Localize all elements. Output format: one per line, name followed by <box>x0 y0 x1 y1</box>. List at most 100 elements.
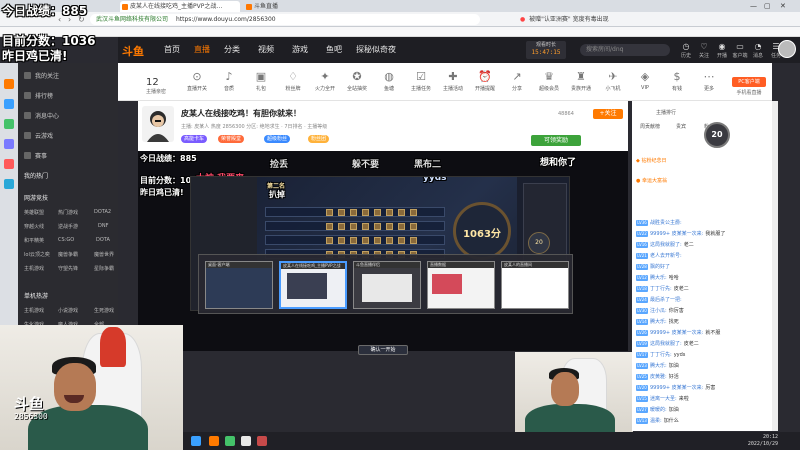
browser-tab-active[interactable]: 皮某人在线接吃鸡_主播PVP之战… <box>120 1 240 12</box>
chat-nickname[interactable]: 老人去开新号: <box>650 253 682 259</box>
follow-button[interactable]: ♡ 关注 <box>696 41 712 59</box>
sidebar-item-match[interactable]: 赛事 <box>24 151 47 160</box>
taskbar-app-icon[interactable] <box>225 436 235 446</box>
nav-category[interactable]: 分类 <box>224 44 240 55</box>
room-tag[interactable]: 荣誉殿堂 <box>218 135 245 143</box>
pc-client-button[interactable]: PC客户端 <box>732 77 766 87</box>
toolbar-item[interactable]: ✚ 主播活动 <box>438 69 468 92</box>
chat-nickname[interactable]: 战胜贵公主爵: <box>650 220 682 226</box>
category-link[interactable]: 生死游戏 <box>94 307 114 314</box>
toolbar-item[interactable]: ♢ 粉丝牌 <box>278 69 308 92</box>
toolbar-item[interactable]: ☑ 主播任务 <box>406 69 436 92</box>
chat-nickname[interactable]: 皮黄雅: <box>650 374 667 380</box>
app-icon[interactable] <box>4 119 14 129</box>
category-link[interactable]: 小说游戏 <box>58 307 78 314</box>
search-input[interactable]: 搜索房间/dnq <box>580 44 670 56</box>
chat-nickname[interactable]: 迷离一大圣: <box>650 396 677 402</box>
streamer-avatar[interactable] <box>142 106 174 142</box>
chat-nickname[interactable]: 这局我就服了: <box>650 242 682 248</box>
start-icon[interactable] <box>191 436 201 446</box>
window-thumbnail[interactable]: 直播数据 <box>427 261 495 309</box>
watch-time-widget[interactable]: 观看时长 15:47:15 <box>526 41 566 59</box>
close-icon[interactable]: ✕ <box>780 0 786 12</box>
toolbar-item[interactable]: $ 有钱 <box>662 69 692 92</box>
sidebar-item-message[interactable]: 消息中心 <box>24 111 59 120</box>
nav-yuba[interactable]: 鱼吧 <box>326 44 342 55</box>
sidebar-item-cloudgame[interactable]: 云游戏 <box>24 131 53 140</box>
chat-nickname[interactable]: 腾大乐: <box>650 319 667 325</box>
app-icon[interactable] <box>4 159 14 169</box>
room-tag[interactable]: 粉丝团 <box>308 135 330 143</box>
toolbar-item[interactable]: ♪ 音质 <box>214 69 244 92</box>
toolbar-item[interactable]: ⋯ 更多 <box>694 69 724 92</box>
toolbar-item[interactable]: ↗ 分享 <box>502 69 532 92</box>
category-link[interactable]: 热门游戏 <box>58 209 78 216</box>
url-input[interactable]: 武汉斗鱼网络科技有限公司 https://www.douyu.com/28563… <box>90 14 480 25</box>
room-tag[interactable]: 超级粉丝 <box>264 135 291 143</box>
chat-nickname[interactable]: 99999+ 皮某某一次来: <box>650 385 703 391</box>
tab-anchor-rank[interactable]: 主播排行 <box>656 109 676 116</box>
taskbar-app-icon[interactable] <box>209 436 219 446</box>
taskbar-clock[interactable]: 20:12 2022/10/29 <box>748 434 778 448</box>
start-live-button[interactable]: ◉ 开播 <box>714 41 730 59</box>
tab-week-rank[interactable]: 周贡献榜 <box>640 123 660 130</box>
maximize-icon[interactable]: ▢ <box>764 0 771 12</box>
toolbar-item[interactable]: ✦ 火力全开 <box>310 69 340 92</box>
chat-scrollbar[interactable] <box>772 101 778 431</box>
app-icon[interactable] <box>4 179 14 189</box>
url-right-banner[interactable]: ● 被赠"认亚洲赛" 宽度有毒出现 <box>520 14 609 25</box>
toolbar-item[interactable]: ◍ 鱼塘 <box>374 69 404 92</box>
chat-nickname[interactable]: 暖暖的: <box>650 407 667 413</box>
nav-special[interactable]: 探秘似奇夜 <box>356 44 396 55</box>
window-thumbnail[interactable]: 皮某人的直播间 <box>501 261 569 309</box>
toolbar-item[interactable]: ✪ 全站抽奖 <box>342 69 372 92</box>
app-icon[interactable] <box>4 79 14 89</box>
nav-live[interactable]: 直播 <box>194 44 210 55</box>
toolbar-item[interactable]: ✈ 小飞机 <box>598 69 628 92</box>
category-link[interactable]: 守望先锋 <box>58 265 78 272</box>
window-thumbnail[interactable]: 斗鱼直播伴侣 <box>353 261 421 309</box>
category-link[interactable]: 和平精英 <box>24 237 44 244</box>
message-button[interactable]: ◔ 消息 <box>750 41 766 59</box>
nav-home[interactable]: 首页 <box>164 44 180 55</box>
app-icon[interactable] <box>4 139 14 149</box>
category-link[interactable]: DNF <box>98 223 108 229</box>
taskbar-app-icon[interactable] <box>241 436 251 446</box>
user-avatar[interactable] <box>778 40 796 58</box>
toolbar-item[interactable]: ♛ 超级会员 <box>534 69 564 92</box>
toolbar-item[interactable]: ◈ VIP <box>630 69 660 91</box>
claim-reward-button[interactable]: 可领奖励 <box>531 135 581 146</box>
game-confirm-button[interactable]: 确认一开始 <box>358 345 408 355</box>
category-link[interactable]: DOTA <box>96 237 110 243</box>
toolbar-item[interactable]: ⏰ 开播提醒 <box>470 69 500 92</box>
chat-nickname[interactable]: 注小瓜: <box>650 308 667 314</box>
intimacy-widget[interactable]: 12 主播亲密 <box>146 77 166 95</box>
chat-nickname[interactable]: 这局我就服了: <box>650 341 682 347</box>
chat-nickname[interactable]: 腾大乐: <box>650 275 667 281</box>
chat-nickname[interactable]: 99999+ 皮某某一次来: <box>650 231 703 237</box>
app-icon[interactable] <box>4 99 14 109</box>
room-tag[interactable]: 高能卡车 <box>181 135 208 143</box>
client-button[interactable]: ▭ 客户端 <box>732 41 748 59</box>
rank-event[interactable]: ◆ 钻粉纪念日 <box>636 155 736 167</box>
chat-nickname[interactable]: 腾大乐: <box>650 363 667 369</box>
window-thumbnail[interactable]: 桌面-客户端 <box>205 261 273 309</box>
category-link[interactable]: 星际争霸 <box>94 265 114 272</box>
chat-nickname[interactable]: 丁丁行先: <box>650 352 672 358</box>
chat-nickname[interactable]: 99999+ 皮某某一次来: <box>650 330 703 336</box>
browser-tab[interactable]: 斗鱼直播 <box>244 1 304 12</box>
sidebar-item-follow[interactable]: 我的关注 <box>24 71 59 80</box>
tab-vip[interactable]: 贵宾 <box>676 123 686 130</box>
category-link[interactable]: 逆战手游 <box>58 223 78 230</box>
toolbar-item[interactable]: ▣ 礼包 <box>246 69 276 92</box>
category-link[interactable]: 主机游戏 <box>24 307 44 314</box>
chat-nickname[interactable]: 丁丁行先: <box>650 286 672 292</box>
nav-game[interactable]: 游戏 <box>292 44 308 55</box>
history-button[interactable]: ◷ 历史 <box>678 41 694 59</box>
window-thumbnail-selected[interactable]: 皮某人在线接吃鸡_主播PVP之战 <box>279 261 347 309</box>
category-link[interactable]: 英雄联盟 <box>24 209 44 216</box>
sidebar-item-rank[interactable]: 排行榜 <box>24 91 53 100</box>
toolbar-item[interactable]: ⊙ 直播开关 <box>182 69 212 92</box>
toolbar-item[interactable]: ♜ 贵族开通 <box>566 69 596 92</box>
chat-nickname[interactable]: 最后杀了一把: <box>650 297 682 303</box>
